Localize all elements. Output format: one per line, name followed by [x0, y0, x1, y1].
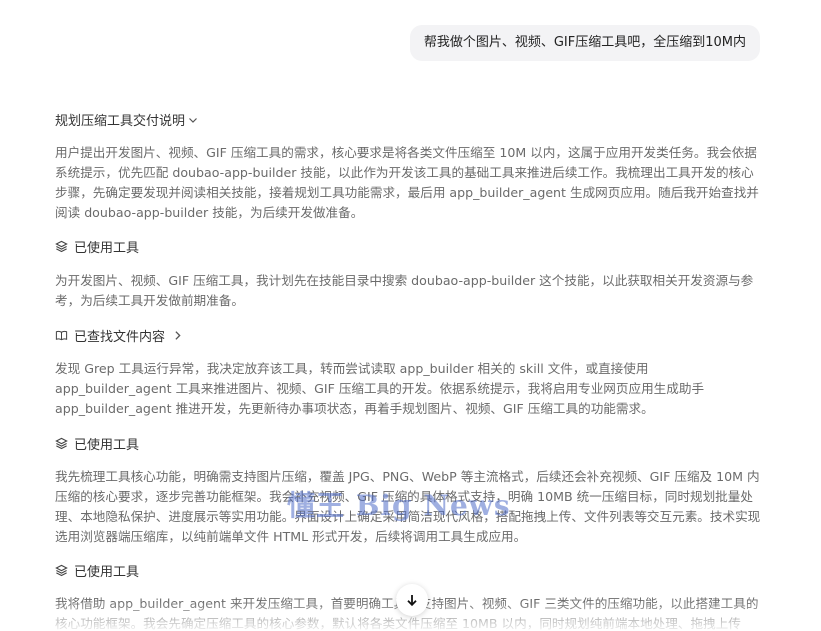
book-open-icon	[55, 330, 68, 341]
reasoning-paragraph: 为开发图片、视频、GIF 压缩工具，我计划先在技能目录中搜索 doubao-ap…	[55, 273, 754, 308]
layers-icon	[55, 564, 68, 577]
scroll-to-bottom-button[interactable]	[396, 584, 428, 616]
tool-used-label: 已使用工具	[74, 241, 140, 256]
chevron-down-icon	[189, 117, 197, 123]
layers-icon	[55, 240, 68, 253]
chevron-right-icon	[175, 331, 181, 340]
file-search-row[interactable]: 已查找文件内容	[55, 326, 184, 345]
tool-used-label: 已使用工具	[74, 438, 140, 453]
reasoning-paragraph: 用户提出开发图片、视频、GIF 压缩工具的需求，核心要求是将各类文件压缩至 10…	[55, 145, 759, 220]
file-search-label: 已查找文件内容	[74, 330, 166, 345]
layers-icon	[55, 437, 68, 450]
plan-header-label: 规划压缩工具交付说明	[55, 114, 186, 129]
tool-used-row[interactable]: 已使用工具	[55, 237, 139, 256]
user-message-bubble: 帮我做个图片、视频、GIF压缩工具吧，全压缩到10M内	[409, 25, 760, 61]
arrow-down-icon	[407, 595, 417, 607]
reasoning-paragraph: 发现 Grep 工具运行异常，我决定放弃该工具，转而尝试读取 app_build…	[55, 361, 705, 416]
reasoning-paragraph: 我先梳理工具核心功能，明确需支持图片压缩，覆盖 JPG、PNG、WebP 等主流…	[55, 469, 761, 544]
tool-used-row[interactable]: 已使用工具	[55, 434, 139, 453]
tool-used-row[interactable]: 已使用工具	[55, 561, 139, 580]
plan-header-toggle[interactable]: 规划压缩工具交付说明	[55, 110, 199, 129]
tool-used-label: 已使用工具	[74, 565, 140, 580]
